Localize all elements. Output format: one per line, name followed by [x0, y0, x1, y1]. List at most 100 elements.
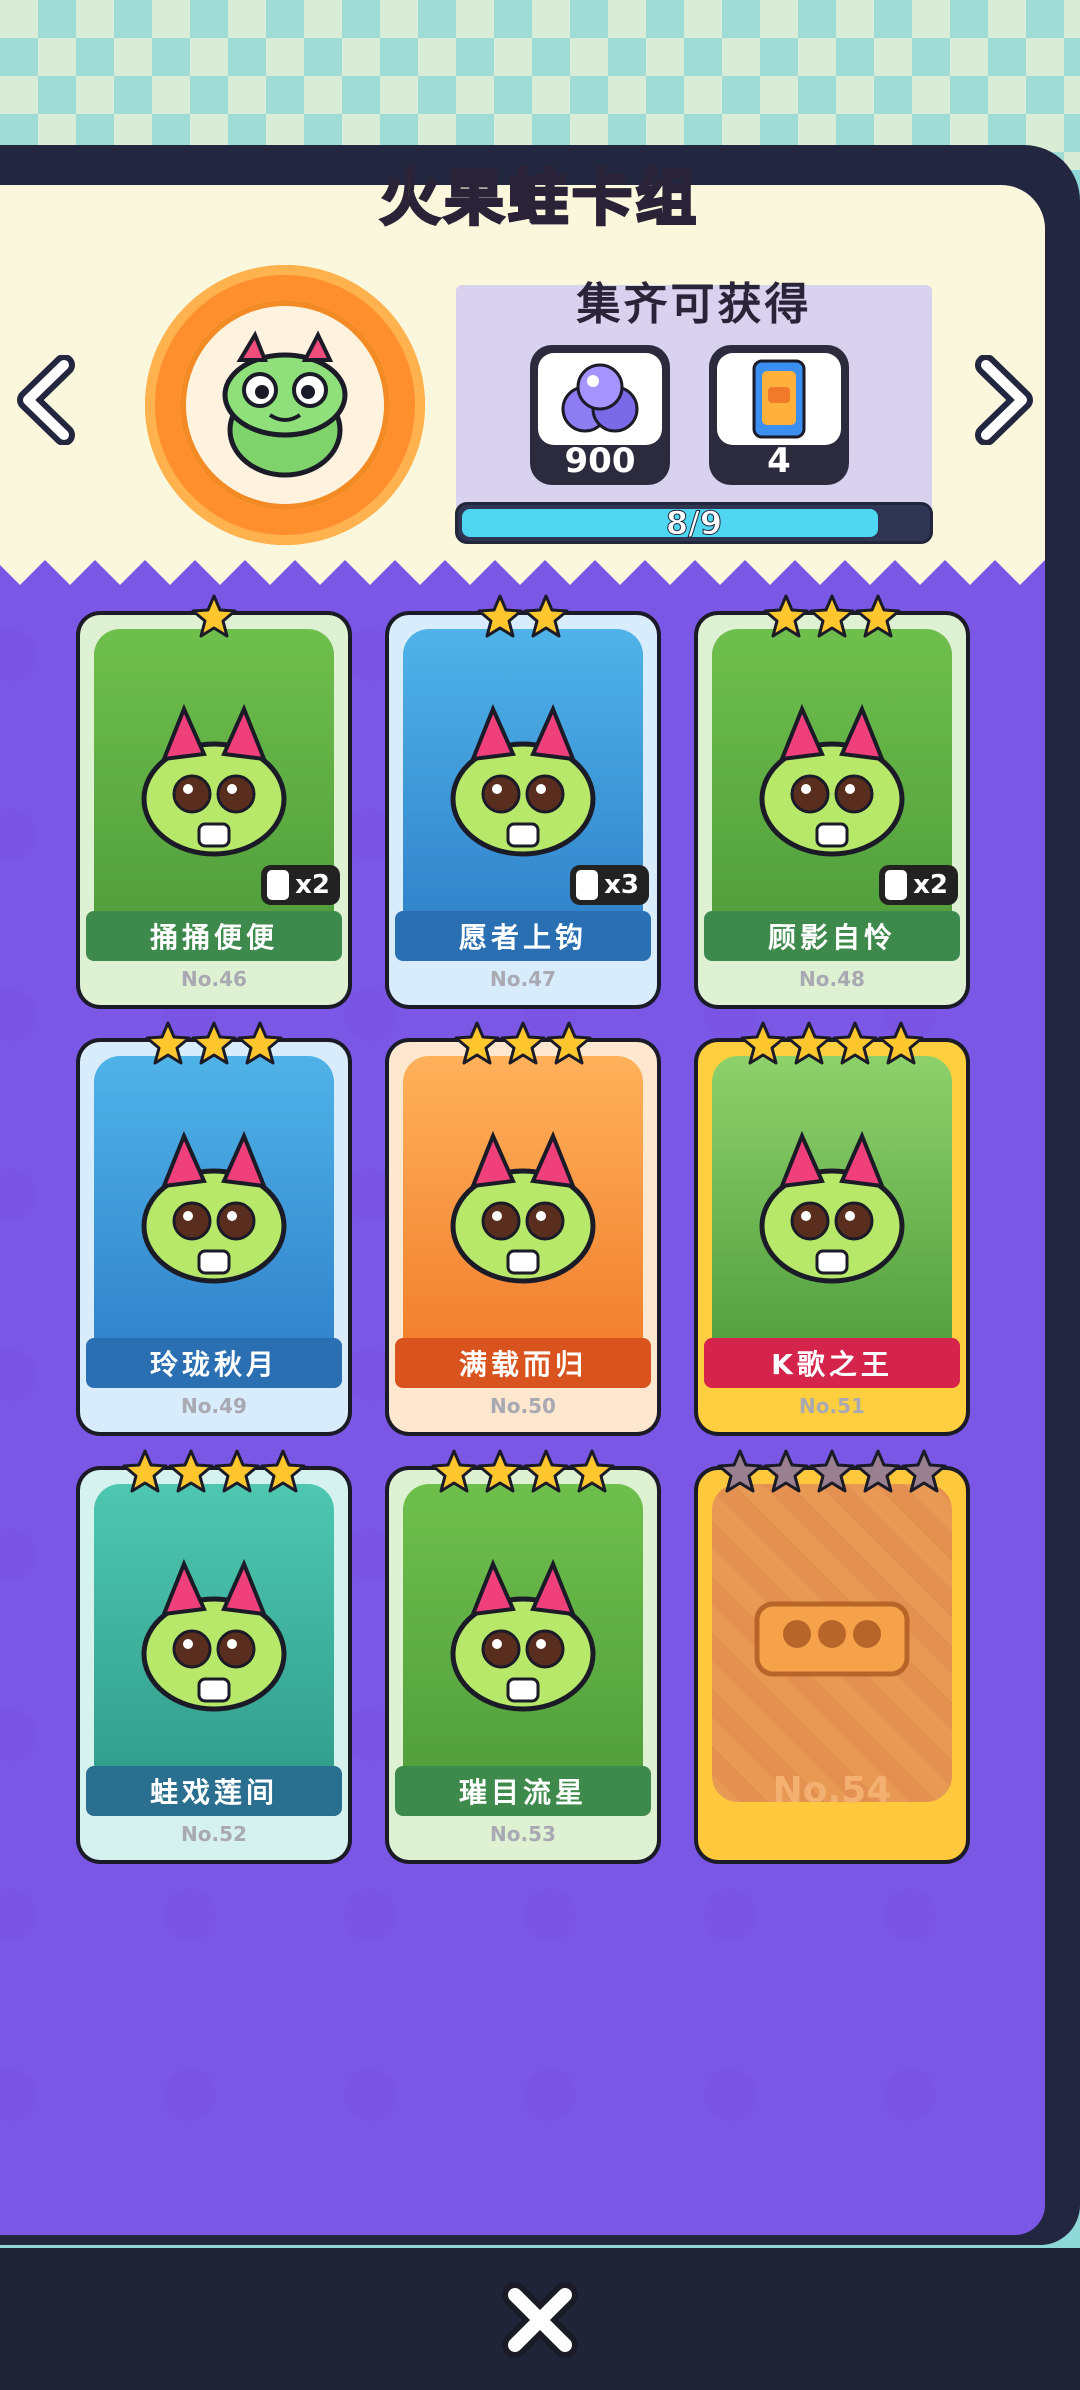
star-icon [454, 1021, 500, 1065]
card-icon [576, 870, 599, 900]
card-item[interactable]: K歌之王 No.51 [698, 1021, 966, 1432]
collection-progress-bar: 8/9 [455, 502, 933, 544]
star-icon [763, 594, 809, 638]
frog-character-icon [759, 1130, 905, 1284]
card-star-rating [389, 1448, 657, 1494]
card-number: No.51 [799, 1394, 865, 1418]
star-icon [763, 1449, 809, 1493]
star-icon [523, 1449, 569, 1493]
card-art [94, 1484, 334, 1802]
card-title: 玲珑秋月 [86, 1338, 342, 1388]
card-title: K歌之王 [704, 1338, 960, 1388]
card-number: No.47 [490, 967, 556, 991]
set-badge [145, 265, 425, 545]
card-item[interactable]: 蛙戏莲间 No.52 [80, 1449, 348, 1860]
card-item[interactable]: 愿者上钩 No.47 x3 [389, 594, 657, 1005]
card-title: 捅捅便便 [86, 911, 342, 961]
progress-text: 8/9 [665, 504, 723, 542]
star-icon [431, 1449, 477, 1493]
frog-character-icon [141, 1558, 287, 1712]
star-icon [477, 1449, 523, 1493]
card-title: 满载而归 [395, 1338, 651, 1388]
card-number: No.46 [181, 967, 247, 991]
duplicate-count: x2 [913, 870, 948, 900]
card-item[interactable]: 璀目流星 No.53 [389, 1449, 657, 1860]
card-title: 顾影自怜 [704, 911, 960, 961]
frog-avatar-icon [222, 330, 348, 478]
star-icon [740, 1021, 786, 1065]
card-number: No.54 [772, 1770, 892, 1811]
duplicate-count-badge: x3 [570, 865, 649, 905]
star-icon [477, 594, 523, 638]
star-icon [237, 1021, 283, 1065]
page-title: 火果蛙卡组 [379, 163, 700, 236]
card-star-rating [698, 593, 966, 639]
card-number: No.49 [181, 1394, 247, 1418]
card-star-rating [80, 1448, 348, 1494]
card-number: No.48 [799, 967, 865, 991]
star-icon [717, 1449, 763, 1493]
star-icon [832, 1021, 878, 1065]
star-icon [855, 1449, 901, 1493]
card-item[interactable]: 顾影自怜 No.48 x2 [698, 594, 966, 1005]
prev-button[interactable] [12, 354, 82, 446]
card-icon [885, 870, 908, 900]
star-icon [260, 1449, 306, 1493]
card-star-rating [80, 593, 348, 639]
star-icon [878, 1021, 924, 1065]
frog-character-icon [450, 1558, 596, 1712]
star-icon [168, 1449, 214, 1493]
duplicate-count: x2 [295, 870, 330, 900]
duplicate-count-badge: x2 [261, 865, 340, 905]
reward-title: 集齐可获得 [576, 279, 812, 330]
close-icon [502, 2282, 578, 2358]
card-star-rating [389, 593, 657, 639]
star-icon [901, 1449, 947, 1493]
card-art [403, 1484, 643, 1802]
star-icon [855, 594, 901, 638]
reward-card-pack[interactable]: 4 [709, 345, 849, 485]
frog-character-icon [450, 1130, 596, 1284]
frog-character-icon [141, 1130, 287, 1284]
locked-logo-icon [754, 1601, 910, 1677]
duplicate-count: x3 [604, 870, 639, 900]
card-title: 蛙戏莲间 [86, 1766, 342, 1816]
card-item[interactable]: 满载而归 No.50 [389, 1021, 657, 1432]
card-icon [267, 870, 290, 900]
reward-card-pack-amount: 4 [767, 441, 791, 481]
card-star-rating [698, 1020, 966, 1066]
card-item[interactable]: No.54 [698, 1449, 966, 1860]
card-number: No.53 [490, 1822, 556, 1846]
star-icon [145, 1021, 191, 1065]
star-icon [809, 1449, 855, 1493]
chevron-left-icon [17, 354, 75, 446]
star-icon [786, 1021, 832, 1065]
card-star-rating [698, 1448, 966, 1494]
card-item[interactable]: 玲珑秋月 No.49 [80, 1021, 348, 1432]
star-icon [500, 1021, 546, 1065]
next-button[interactable] [968, 354, 1038, 446]
card-number: No.50 [490, 1394, 556, 1418]
card-title: 璀目流星 [395, 1766, 651, 1816]
card-title: 愿者上钩 [395, 911, 651, 961]
card-art [712, 1484, 952, 1802]
star-icon [214, 1449, 260, 1493]
card-star-rating [80, 1020, 348, 1066]
card-pack-icon [752, 359, 806, 439]
reward-orbs[interactable]: 900 [530, 345, 670, 485]
card-number: No.52 [181, 1822, 247, 1846]
star-icon [523, 594, 569, 638]
star-icon [546, 1021, 592, 1065]
card-art [712, 1056, 952, 1374]
star-icon [191, 594, 237, 638]
star-icon [809, 594, 855, 638]
close-button[interactable] [495, 2275, 585, 2365]
card-star-rating [389, 1020, 657, 1066]
chevron-right-icon [975, 354, 1033, 446]
card-item[interactable]: 捅捅便便 No.46 x2 [80, 594, 348, 1005]
star-icon [191, 1021, 237, 1065]
duplicate-count-badge: x2 [879, 865, 958, 905]
star-icon [122, 1449, 168, 1493]
card-art [94, 1056, 334, 1374]
star-icon [569, 1449, 615, 1493]
